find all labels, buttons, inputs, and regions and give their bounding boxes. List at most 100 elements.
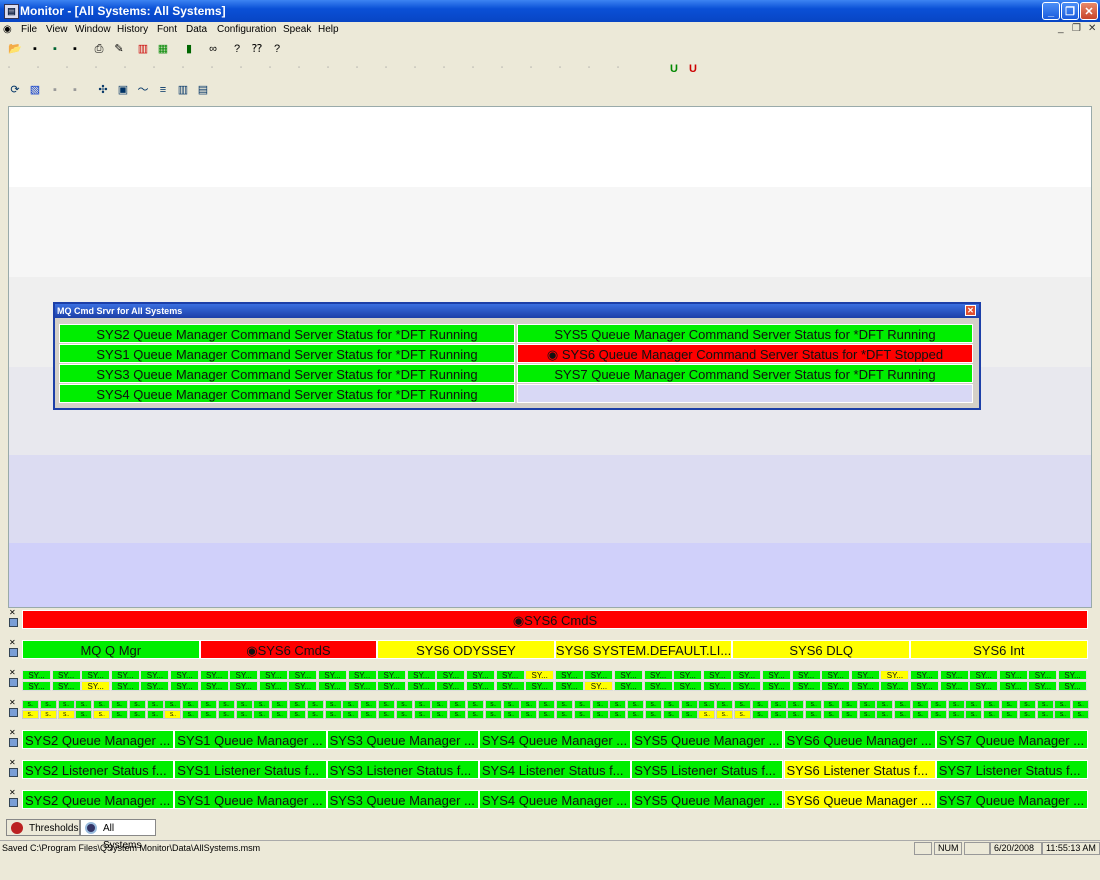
mdi-close-button[interactable]: ✕: [1088, 23, 1096, 34]
micro-status-cell[interactable]: S..: [449, 700, 467, 709]
micro-status-cell[interactable]: S..: [128, 700, 146, 709]
micro-status-cell[interactable]: S..: [200, 700, 217, 709]
micro-status-cell[interactable]: S..: [538, 710, 556, 719]
compact-status-cell[interactable]: SY...: [702, 681, 732, 691]
micro-status-cell[interactable]: S..: [609, 700, 627, 709]
row-settings-icon[interactable]: [9, 738, 18, 747]
tab-thresholds[interactable]: Thresholds: [6, 819, 80, 836]
book-icon[interactable]: ▮: [182, 42, 196, 56]
system-filter-icon[interactable]: ▫: [472, 65, 474, 71]
micro-status-cell[interactable]: S..: [520, 710, 538, 719]
status-cell[interactable]: SYS6 Queue Manager ...: [783, 790, 936, 809]
popup-title-bar[interactable]: MQ Cmd Srvr for All Systems ✕: [55, 304, 979, 318]
micro-status-cell[interactable]: S..: [680, 700, 698, 709]
status-cell[interactable]: SYS6 Listener Status f...: [783, 760, 936, 779]
compact-status-cell[interactable]: SY...: [673, 681, 703, 691]
command-server-status-cell[interactable]: SYS7 Queue Manager Command Server Status…: [517, 364, 973, 383]
micro-status-cell[interactable]: S..: [413, 710, 431, 719]
compact-status-cell[interactable]: SY...: [436, 670, 466, 680]
bar-chart-icon[interactable]: ▥: [136, 42, 150, 56]
print-icon[interactable]: ⎙: [92, 42, 106, 56]
compact-status-cell[interactable]: SY...: [969, 681, 999, 691]
row-settings-icon[interactable]: [9, 648, 18, 657]
compact-status-cell[interactable]: SY...: [110, 681, 140, 691]
micro-status-cell[interactable]: S..: [164, 700, 182, 709]
system-filter-icon[interactable]: ▫: [211, 65, 213, 71]
micro-status-cell[interactable]: S..: [698, 710, 716, 719]
micro-status-cell[interactable]: S..: [271, 710, 289, 719]
micro-status-cell[interactable]: S..: [289, 700, 306, 709]
micro-status-cell[interactable]: S..: [395, 710, 413, 719]
micro-status-cell[interactable]: S..: [217, 710, 235, 719]
compact-status-cell[interactable]: SY...: [229, 681, 259, 691]
micro-status-cell[interactable]: S..: [1072, 710, 1090, 719]
help-box-icon[interactable]: ?: [230, 42, 244, 56]
mdi-restore-button[interactable]: ❐: [1072, 23, 1081, 34]
micro-status-cell[interactable]: S..: [271, 700, 289, 709]
micro-status-cell[interactable]: S..: [128, 710, 146, 719]
report-icon[interactable]: ▤: [196, 83, 210, 97]
compact-status-cell[interactable]: SY...: [525, 681, 555, 691]
compact-status-cell[interactable]: SY...: [466, 670, 495, 680]
compact-status-cell[interactable]: SY...: [554, 681, 584, 691]
system-filter-icon[interactable]: ▫: [327, 65, 329, 71]
mdi-minimize-button[interactable]: _: [1058, 23, 1064, 34]
micro-status-cell[interactable]: S..: [164, 710, 182, 719]
micro-status-cell[interactable]: S..: [805, 710, 823, 719]
micro-status-cell[interactable]: S..: [698, 700, 716, 709]
micro-status-cell[interactable]: S..: [716, 710, 734, 719]
compact-status-cell[interactable]: SY...: [821, 681, 851, 691]
status-cell[interactable]: SYS7 Queue Manager ...: [935, 730, 1089, 749]
menu-app-icon[interactable]: ◉: [3, 24, 12, 35]
micro-status-cell[interactable]: S..: [342, 700, 360, 709]
compact-status-cell[interactable]: SY...: [495, 670, 525, 680]
system-filter-icon[interactable]: ▫: [356, 65, 358, 71]
compact-status-cell[interactable]: SY...: [880, 670, 910, 680]
micro-status-cell[interactable]: S..: [840, 710, 858, 719]
micro-status-cell[interactable]: S..: [573, 710, 591, 719]
micro-status-cell[interactable]: S..: [75, 700, 93, 709]
system-filter-icon[interactable]: ▫: [530, 65, 532, 71]
edit-icon[interactable]: ✎: [112, 42, 126, 56]
micro-status-cell[interactable]: S..: [983, 700, 1001, 709]
compact-status-cell[interactable]: SY...: [998, 670, 1028, 680]
row-close-icon[interactable]: ✕: [9, 758, 19, 767]
micro-status-cell[interactable]: S..: [449, 710, 467, 719]
connect-icon[interactable]: U: [667, 62, 681, 76]
compact-status-cell[interactable]: SY...: [436, 681, 466, 691]
micro-status-cell[interactable]: S..: [734, 700, 751, 709]
micro-status-cell[interactable]: S..: [502, 700, 520, 709]
compact-status-cell[interactable]: SY...: [51, 681, 81, 691]
popup-close-button[interactable]: ✕: [965, 305, 976, 316]
micro-status-cell[interactable]: S..: [467, 700, 484, 709]
compact-status-cell[interactable]: SY...: [584, 681, 614, 691]
compact-status-cell[interactable]: SY...: [347, 670, 377, 680]
compact-status-cell[interactable]: SY...: [258, 681, 288, 691]
system-filter-icon[interactable]: ▫: [385, 65, 387, 71]
micro-status-cell[interactable]: S..: [182, 700, 200, 709]
menu-file[interactable]: File: [21, 24, 37, 35]
micro-status-cell[interactable]: S..: [965, 700, 983, 709]
compact-status-cell[interactable]: SY...: [406, 681, 436, 691]
system-filter-icon[interactable]: ▫: [66, 65, 68, 71]
compact-status-cell[interactable]: SY...: [51, 670, 81, 680]
status-cell[interactable]: SYS7 Queue Manager ...: [935, 790, 1089, 809]
compact-status-cell[interactable]: SY...: [910, 681, 939, 691]
system-filter-icon[interactable]: ▫: [298, 65, 300, 71]
micro-status-cell[interactable]: S..: [413, 700, 431, 709]
micro-status-cell[interactable]: S..: [467, 710, 484, 719]
system-filter-icon[interactable]: ▫: [153, 65, 155, 71]
micro-status-cell[interactable]: S..: [39, 700, 57, 709]
compact-status-cell[interactable]: SY...: [762, 681, 791, 691]
compact-status-cell[interactable]: SY...: [377, 670, 407, 680]
compact-status-cell[interactable]: SY...: [170, 670, 199, 680]
refresh-icon[interactable]: ⟳: [8, 83, 22, 97]
micro-status-cell[interactable]: S..: [556, 700, 573, 709]
system-filter-icon[interactable]: ▫: [617, 65, 619, 71]
row-close-icon[interactable]: ✕: [9, 788, 19, 797]
micro-status-cell[interactable]: S..: [200, 710, 217, 719]
minimize-button[interactable]: _: [1042, 2, 1060, 20]
micro-status-cell[interactable]: S..: [823, 700, 840, 709]
micro-status-cell[interactable]: S..: [538, 700, 556, 709]
micro-status-cell[interactable]: S..: [912, 700, 929, 709]
